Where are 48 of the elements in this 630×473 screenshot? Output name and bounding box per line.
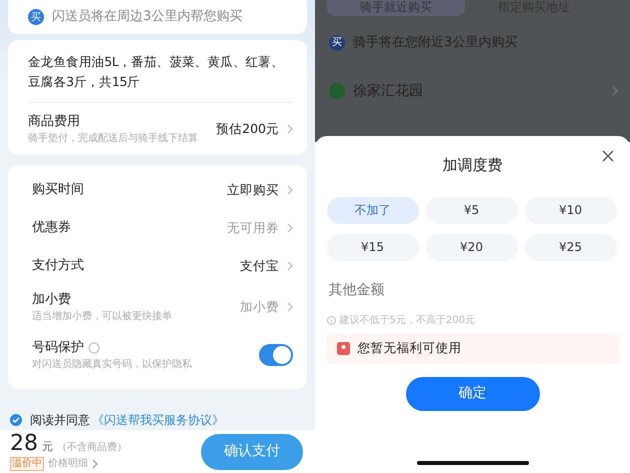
fee-option[interactable]: ¥15 (326, 234, 418, 260)
fee-option[interactable]: ¥20 (426, 234, 518, 260)
price-note: （不含商品费） (57, 440, 127, 455)
fee-option[interactable]: ¥10 (524, 196, 616, 224)
buy-icon: 买 (28, 9, 44, 25)
confirm-pay-button[interactable]: 确认支付 (201, 434, 303, 470)
setting-value[interactable]: 无可用券 (227, 218, 279, 238)
wallet-icon (336, 342, 350, 355)
setting-label: 购买时间 (32, 181, 84, 200)
agreement-text: 阅读并同意 (30, 412, 90, 429)
close-icon[interactable] (602, 150, 614, 162)
setting-hint: 适当增加小费，可以被更快接单 (32, 310, 172, 324)
info-icon (326, 316, 336, 324)
fee-value: 预估200元 (216, 120, 279, 138)
chevron-icon (92, 458, 98, 468)
surge-tag: 溢价中 (10, 456, 44, 470)
setting-hint: 对闪送员隐藏真实号码，以保护隐私 (32, 358, 192, 372)
sheet-title: 加调度费 (442, 155, 502, 176)
chevron-icon (287, 261, 293, 271)
fee-label: 商品费用 (28, 112, 81, 131)
toggle-switch[interactable] (259, 344, 293, 366)
price-unit: 元 (42, 439, 53, 455)
agree-checkbox[interactable] (10, 414, 22, 426)
benefit-text: 您暂无福利可使用 (358, 339, 462, 358)
setting-label: 号码保护 (32, 338, 84, 357)
chevron-icon (287, 124, 293, 134)
notice-text: 闪送员将在周边3公里内帮您购买 (52, 8, 242, 26)
order-description: 金龙鱼食用油5L，番茄、菠菜、黄瓜、红薯、豆腐各3斤，共15斤 (28, 52, 293, 103)
fee-option[interactable]: 不加了 (326, 196, 418, 224)
price-details-link[interactable]: 价格明细 (48, 456, 88, 471)
setting-value[interactable]: 加小费 (240, 298, 279, 316)
setting-label: 优惠券 (32, 219, 71, 238)
fee-option[interactable]: ¥5 (426, 196, 518, 224)
setting-label: 支付方式 (32, 257, 84, 276)
setting-value[interactable]: 支付宝 (240, 256, 279, 276)
buy-icon: 买 (329, 34, 345, 51)
setting-label: 加小费 (32, 290, 71, 309)
price-amount: 28 (10, 432, 38, 456)
chevron-icon (612, 86, 618, 96)
chevron-icon (287, 223, 293, 233)
fee-hint: 骑手垫付，完成配送后与骑手线下结算 (28, 132, 198, 146)
chevron-icon (287, 302, 293, 312)
chevron-icon (287, 185, 293, 195)
confirm-button[interactable]: 确定 (406, 376, 540, 410)
fee-option[interactable]: ¥25 (524, 234, 616, 260)
amount-hint: 建议不低于5元，不高于200元 (340, 314, 475, 328)
agreement-link[interactable]: 《闪送帮我买服务协议》 (92, 411, 224, 429)
setting-value[interactable]: 立即购买 (227, 180, 279, 200)
